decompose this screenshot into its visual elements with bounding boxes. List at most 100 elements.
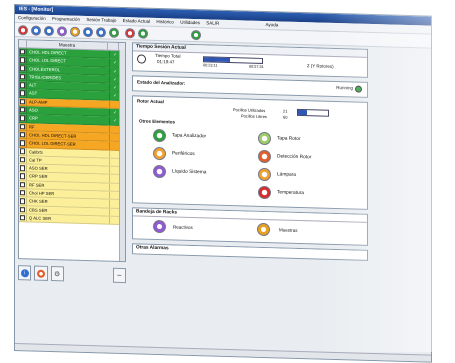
rotor-icon[interactable]: [44, 25, 54, 36]
otros-item-label: Detección Rotor: [277, 154, 312, 161]
menu-estado-actual[interactable]: Estado Actual: [123, 18, 151, 24]
row-checkbox[interactable]: [19, 139, 27, 147]
samples-icon[interactable]: [57, 25, 67, 36]
checkbox-icon: [19, 156, 26, 163]
analyzer-panel: Estado del Analizador: Running: [132, 75, 368, 98]
session-start: 00:23:11: [203, 63, 218, 68]
row-checkbox[interactable]: [19, 89, 27, 98]
row-checkbox[interactable]: [19, 106, 27, 114]
rotor-detect-icon: [258, 149, 271, 164]
row-checkbox[interactable]: [19, 73, 27, 81]
menu-programacion[interactable]: Programación: [52, 16, 80, 22]
row-checkbox[interactable]: [19, 131, 27, 139]
sample-list: Muestra CHOL HDL DIRECT ✓ CHOL LDL DIRECT ✓…: [18, 39, 126, 263]
session-icon[interactable]: [31, 24, 41, 36]
print-icon[interactable]: [109, 27, 119, 38]
otros-item: Lámpara: [258, 167, 363, 184]
checkbox-icon: [19, 107, 26, 113]
color-button[interactable]: [34, 265, 48, 281]
reagents-icon[interactable]: [70, 26, 80, 37]
info-button[interactable]: i: [18, 265, 32, 281]
row-checkbox[interactable]: [19, 81, 27, 89]
checkbox-icon: [19, 49, 26, 55]
checkbox-icon: [19, 214, 26, 221]
row-checkbox[interactable]: [19, 180, 27, 189]
row-checkbox[interactable]: [19, 189, 27, 197]
otros-item: Líquido Sistema: [153, 164, 258, 181]
menu-salir[interactable]: SALIR: [206, 20, 219, 25]
rotors-count: 2 (Y Rotores): [307, 63, 334, 69]
row-name: Q ALC SER: [27, 214, 110, 224]
session-panel: Tiempo Sesión Actual Tiempo Total 01:19:…: [132, 42, 368, 78]
total-time-label: Tiempo Total: [155, 52, 181, 59]
row-checkbox[interactable]: [19, 197, 27, 206]
pocillos-utilizados-label: Pocillos Utilizados: [233, 107, 266, 114]
checkbox-icon: [19, 206, 26, 213]
checkbox-icon: [19, 132, 26, 138]
settings-button[interactable]: ⚙: [50, 266, 64, 282]
checkbox-icon: [19, 181, 26, 188]
muestras-label[interactable]: Muestras: [279, 227, 298, 233]
session-end: 00:57:31: [249, 64, 264, 69]
checkbox-icon: [19, 98, 26, 105]
alarms-panel: Otras Alarmas: [132, 243, 368, 261]
scrollbar[interactable]: [119, 49, 125, 262]
gear-icon: ⚙: [53, 270, 61, 278]
row-checkbox[interactable]: [19, 214, 27, 222]
checkbox-icon: [19, 90, 26, 97]
stop-icon[interactable]: [18, 24, 28, 35]
row-checkbox[interactable]: [19, 64, 27, 73]
list-item[interactable]: Q ALC SER: [19, 214, 125, 226]
checkbox-icon: [19, 140, 26, 146]
row-checkbox[interactable]: [19, 122, 27, 131]
menu-sesion-trabajo[interactable]: Sesión Trabajo: [86, 17, 116, 23]
checkbox-icon: [19, 65, 26, 72]
otros-item: Temperatura: [258, 185, 363, 202]
results-icon[interactable]: [96, 26, 106, 38]
row-checkbox[interactable]: [19, 48, 27, 56]
menu-utilidades[interactable]: Utilidades: [180, 20, 200, 26]
pause-icon[interactable]: [138, 27, 148, 39]
otros-item-label: Tapa Rotor: [277, 136, 301, 143]
otros-item-label: Líquido Sistema: [172, 169, 207, 176]
pocillos-libres-label: Pocillos Libres: [241, 113, 267, 120]
menu-configuracion[interactable]: Configuración: [18, 15, 46, 21]
row-checkbox[interactable]: [19, 97, 27, 106]
clock-icon: [137, 54, 146, 64]
go-icon[interactable]: [191, 29, 201, 40]
checkbox-icon: [19, 173, 26, 180]
otros-item-label: Periféricos: [172, 151, 195, 158]
reactivos-label[interactable]: Reactivos: [173, 224, 193, 230]
status-bar: [15, 343, 431, 362]
row-checkbox[interactable]: [19, 172, 27, 181]
otros-item: [153, 183, 258, 197]
otros-elementos: Tapa Analizador Tapa Rotor Periféricos Dete…: [133, 124, 371, 207]
lamp-icon: [258, 167, 271, 182]
menu-historico[interactable]: Histórico: [156, 19, 174, 24]
row-checkbox[interactable]: [19, 155, 27, 164]
otros-item: Tapa Rotor: [258, 131, 363, 148]
status-area: Tiempo Sesión Actual Tiempo Total 01:19:…: [132, 42, 368, 265]
racks-panel: Bandeja de Racks Reactivos Muestras: [132, 207, 368, 246]
row-checkbox[interactable]: [19, 164, 27, 172]
otros-title: Otros Elementos: [139, 118, 176, 125]
minus-button[interactable]: –: [112, 267, 126, 284]
row-checkbox[interactable]: [19, 114, 27, 123]
row-checkbox[interactable]: [19, 205, 27, 214]
checkbox-icon: [19, 148, 26, 155]
rotor-usage-bar: [297, 108, 329, 117]
otros-item: Detección Rotor: [258, 149, 363, 166]
liquid-icon: [153, 164, 166, 179]
row-checkbox[interactable]: [19, 147, 27, 156]
session-progress-fill: [204, 57, 231, 63]
start-icon[interactable]: [125, 27, 135, 38]
minus-icon: –: [117, 271, 122, 279]
otros-item-label: Temperatura: [277, 190, 304, 197]
elapsed-time: 01:19:47: [157, 58, 175, 65]
checkbox-icon: [19, 165, 26, 171]
checkbox-icon: [19, 82, 26, 88]
menu-ayuda[interactable]: Ayuda: [266, 22, 279, 27]
row-checkbox[interactable]: [19, 56, 27, 64]
rotor-panel: Rotor Actual Pocillos Utilizados 21 Poci…: [132, 95, 368, 210]
monitor-icon[interactable]: [83, 26, 93, 37]
